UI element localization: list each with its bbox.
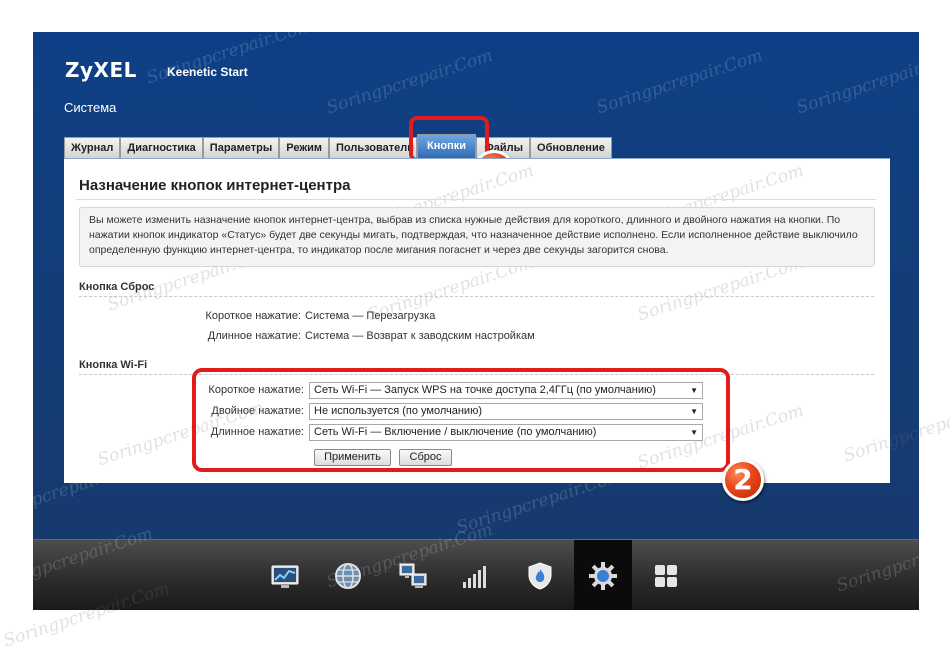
reset-button-heading: Кнопка Сброс (79, 281, 155, 293)
watermark: Soringpcrepair.Com (594, 45, 766, 119)
tab-mode[interactable]: Режим (279, 137, 330, 158)
bottom-dock: Soringpcrepair.Com Soringpcrepair.Com So… (33, 520, 919, 610)
shield-flame-icon (528, 561, 552, 590)
dock-monitor-button[interactable] (256, 540, 314, 610)
chart-monitor-icon (271, 565, 299, 588)
dock-home-network-button[interactable] (384, 540, 442, 610)
zyxel-logo: ZyXEL (65, 58, 137, 82)
network-computers-icon (399, 563, 427, 588)
reset-long-value: Система — Возврат к заводским настройкам (305, 330, 535, 342)
section-title: Система (64, 100, 117, 115)
tab-journal[interactable]: Журнал (64, 137, 121, 158)
page-title: Назначение кнопок интернет-центра (79, 177, 351, 194)
reset-short-value: Система — Перезагрузка (305, 310, 436, 322)
dock-internet-button[interactable] (319, 540, 377, 610)
dock-system-button[interactable] (574, 540, 632, 610)
tab-diagnostics[interactable]: Диагностика (120, 137, 203, 158)
watermark: Soringpcrepair.Com (144, 32, 316, 89)
wifi-button-heading: Кнопка Wi-Fi (79, 359, 148, 371)
reset-long-row: Длинное нажатие: Система — Возврат к заво… (196, 330, 535, 342)
section-divider (79, 296, 874, 297)
tab-users[interactable]: Пользователи (329, 137, 418, 158)
info-box: Вы можете изменить назначение кнопок инт… (79, 207, 875, 267)
tab-update[interactable]: Обновление (530, 137, 612, 158)
reset-long-label: Длинное нажатие: (207, 330, 301, 342)
reset-short-label: Короткое нажатие: (205, 310, 301, 322)
title-divider (76, 199, 876, 200)
tab-highlight-frame (409, 116, 489, 162)
dock-security-button[interactable] (511, 540, 569, 610)
header-background: Soringpcrepair.Com Soringpcrepair.Com So… (33, 32, 919, 539)
watermark: Soringpcrepair.Com (794, 45, 919, 119)
dock-wifi-button[interactable] (446, 540, 504, 610)
watermark: Soringpcrepair.Com (324, 45, 496, 119)
dock-apps-button[interactable] (637, 540, 695, 610)
wifi-highlight-frame (192, 368, 730, 472)
signal-bars-icon (463, 565, 486, 588)
tab-parameters[interactable]: Параметры (202, 137, 280, 158)
reset-short-row: Короткое нажатие: Система — Перезагрузка (196, 310, 435, 322)
globe-icon (335, 562, 361, 589)
apps-grid-icon (655, 564, 677, 587)
router-admin-window: Soringpcrepair.Com Soringpcrepair.Com So… (33, 32, 919, 610)
gear-icon (589, 561, 617, 590)
product-name: Keenetic Start (167, 65, 248, 79)
annotation-badge-2: 2 (722, 459, 764, 501)
tab-bar: Журнал Диагностика Параметры Режим Польз… (64, 134, 612, 158)
